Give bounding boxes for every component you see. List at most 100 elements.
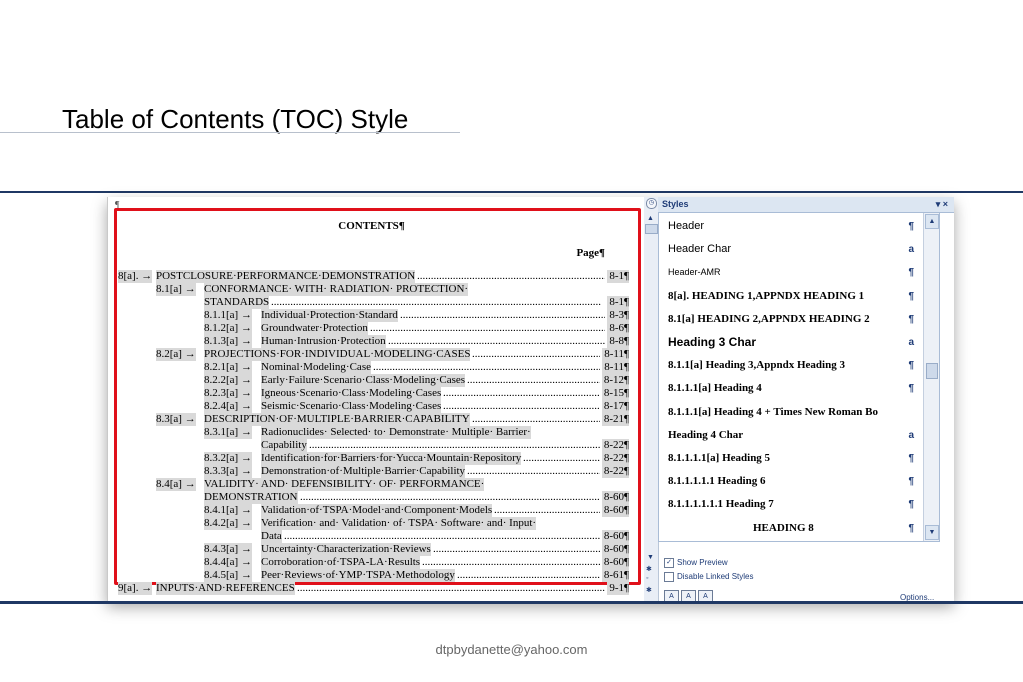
style-item[interactable]: 8.1[a] HEADING 2,APPNDX HEADING 2 ¶ [659, 308, 924, 331]
style-item-name: 8[a]. HEADING 1,APPNDX HEADING 1 [668, 289, 865, 302]
toc-entry-text: STANDARDS [204, 296, 270, 309]
toc-row[interactable]: 8.1[a] → CONFORMANCE· WITH· RADIATION· PR… [108, 283, 645, 296]
disable-linked-option[interactable]: Disable Linked Styles [664, 572, 753, 582]
toc-row[interactable]: 8.3.1[a] → Radionuclides· Selected· to· D… [108, 426, 645, 439]
styles-list-scrollbar[interactable]: ▲ ▼ [923, 213, 939, 541]
toc-dot-leader: ........................................… [422, 556, 600, 568]
toc-page-number: 8-60¶ [601, 530, 629, 543]
toc-entry-text: Igneous·Scenario·Class·Modeling·Cases [261, 387, 442, 400]
scroll-thumb[interactable] [645, 224, 658, 234]
toc-row[interactable]: 8.4.5[a] → Peer·Reviews·of·YMP·TSPA·Metho… [108, 569, 645, 582]
toc-entry-text: VALIDITY· AND· DEFENSIBILITY· OF· PERFOR… [204, 478, 485, 491]
toc-row[interactable]: 8.4.3[a] → Uncertainty·Characterization·R… [108, 543, 645, 556]
style-item[interactable]: 8.1.1.1[a] Heading 4 ¶ [659, 377, 924, 400]
style-item-name: HEADING 8 [753, 521, 814, 534]
style-item[interactable]: Heading 4 Char a [659, 424, 924, 447]
screenshot-frame: ¶ CONTENTS¶ Page¶ 8[a]. → POSTCLOSURE·PER… [107, 197, 954, 601]
paragraph-style-icon: ¶ [908, 221, 914, 232]
paragraph-style-icon: ¶ [908, 267, 914, 279]
toc-page-number: 8-17¶ [601, 400, 629, 413]
toc-row[interactable]: 8.1.3[a] → Human·Intrusion·Protection....… [108, 335, 645, 348]
style-item[interactable]: 8.1.1[a] Heading 3,Appndx Heading 3 ¶ [659, 354, 924, 377]
toc-row[interactable]: STANDARDS...............................… [108, 296, 645, 309]
style-item[interactable]: HEADING 8 ¶ [659, 517, 924, 540]
toc-page-number: 8-60¶ [601, 504, 629, 517]
toc-page-number: 8-1¶ [607, 296, 629, 309]
toc-row[interactable]: 8.2[a] → PROJECTIONS·FOR·INDIVIDUAL·MODEL… [108, 348, 645, 361]
new-style-icon[interactable]: A [664, 590, 679, 601]
toc-row[interactable]: 8.1.2[a] → Groundwater·Protection........… [108, 322, 645, 335]
style-item[interactable]: 8.1.1.1.1.1.1 Heading 7 ¶ [659, 493, 924, 516]
toc-number: 8.3.1[a] → [204, 426, 252, 439]
toc-page-number: 8-12¶ [601, 374, 629, 387]
style-inspector-icon[interactable]: A [681, 590, 696, 601]
list-scroll-thumb[interactable] [926, 363, 938, 379]
toc-entry-text: Individual·Protection·Standard [261, 309, 398, 322]
show-preview-checkbox[interactable]: ✓ [664, 558, 674, 568]
style-item-name: 8.1.1.1.1.1.1 Heading 7 [668, 498, 774, 511]
pane-controls[interactable]: ▾ × [936, 197, 948, 212]
toc-row[interactable]: 8[a]. → POSTCLOSURE·PERFORMANCE·DEMONSTRA… [108, 270, 645, 283]
toc-page-number: 8-60¶ [601, 491, 629, 504]
toc-row[interactable]: 8.2.3[a] → Igneous·Scenario·Class·Modelin… [108, 387, 645, 400]
prev-page-icon[interactable]: ✱ [646, 565, 652, 573]
list-scroll-up-icon[interactable]: ▲ [925, 214, 939, 229]
pane-pin-icon[interactable]: ◷ [646, 198, 657, 209]
toc-page-number: 8-21¶ [601, 413, 629, 426]
toc-row[interactable]: 8.2.1[a] → Nominal·Modeling·Case.........… [108, 361, 645, 374]
toc-row[interactable]: 8.2.2[a] → Early·Failure·Scenario·Class·M… [108, 374, 645, 387]
toc-entry-text: DESCRIPTION·OF·MULTIPLE·BARRIER·CAPABILI… [204, 413, 470, 426]
toc-row[interactable]: Capability..............................… [108, 439, 645, 452]
pane-left-scrollbar[interactable]: ◷ ▲ ▼ ✱ ◦ ✱ [644, 197, 659, 601]
show-preview-label: Show Preview [677, 558, 728, 568]
style-item[interactable]: Header-AMR ¶ [659, 261, 924, 284]
list-scroll-down-icon[interactable]: ▼ [925, 525, 939, 540]
paragraph-style-icon: ¶ [908, 383, 914, 395]
paragraph-style-icon: ¶ [908, 313, 914, 325]
style-item[interactable]: 8.1.1.1.1.1 Heading 6 ¶ [659, 470, 924, 493]
style-item[interactable]: 8[a]. HEADING 1,APPNDX HEADING 1 ¶ [659, 285, 924, 308]
style-item[interactable]: 8.1.1.1.1[a] Heading 5 ¶ [659, 447, 924, 470]
disable-linked-checkbox[interactable] [664, 572, 674, 582]
toc-number: 9[a]. → [118, 582, 153, 595]
style-item[interactable]: Header ¶ [659, 215, 924, 238]
toc-row[interactable]: 8.3[a] → DESCRIPTION·OF·MULTIPLE·BARRIER·… [108, 413, 645, 426]
show-preview-option[interactable]: ✓ Show Preview [664, 558, 728, 568]
toc-dot-leader: ........................................… [400, 309, 605, 321]
paragraph-style-icon: ¶ [908, 522, 914, 534]
scroll-down-icon[interactable]: ▼ [646, 554, 655, 563]
paragraph-style-icon: ¶ [908, 499, 914, 511]
style-item[interactable]: Header Char a [659, 238, 924, 261]
toc-page-number: 8-61¶ [601, 569, 629, 582]
toc-row[interactable]: 8.1.1[a] → Individual·Protection·Standard… [108, 309, 645, 322]
toc-row[interactable]: DEMONSTRATION...........................… [108, 491, 645, 504]
toc-row[interactable]: 8.3.3[a] → Demonstration·of·Multiple·Barr… [108, 465, 645, 478]
select-browse-icon[interactable]: ◦ [646, 575, 648, 582]
manage-styles-icon[interactable]: A [698, 590, 713, 601]
style-item[interactable]: 8.1.1.1[a] Heading 4 + Times New Roman B… [659, 401, 924, 424]
toc-row[interactable]: 8.4[a] → VALIDITY· AND· DEFENSIBILITY· OF… [108, 478, 645, 491]
options-link[interactable]: Options... [900, 593, 934, 601]
slide-title: Table of Contents (TOC) Style [62, 104, 409, 134]
style-item[interactable]: Heading 3 Char a [659, 331, 924, 354]
toc-row[interactable]: 8.2.4[a] → Seismic·Scenario·Class·Modelin… [108, 400, 645, 413]
toc-dot-leader: ........................................… [300, 491, 600, 503]
toc-page-number: 8-11¶ [602, 348, 629, 361]
toc-row[interactable]: 8.4.2[a] → Verification· and· Validation·… [108, 517, 645, 530]
toc-page-number: 8-8¶ [607, 335, 629, 348]
disable-linked-label: Disable Linked Styles [677, 572, 754, 582]
next-page-icon[interactable]: ✱ [646, 586, 652, 594]
toc-page-number: 8-22¶ [601, 465, 629, 478]
toc-dot-leader: ........................................… [417, 270, 605, 282]
toc-row[interactable]: 8.4.4[a] → Corroboration·of·TSPA-LA·Resul… [108, 556, 645, 569]
toc-entry-text: Demonstration·of·Multiple·Barrier·Capabi… [261, 465, 466, 478]
toc-row[interactable]: 8.3.2[a] → Identification·for·Barriers·fo… [108, 452, 645, 465]
toc-number: 8.3.2[a] → [204, 452, 252, 465]
toc-row[interactable]: 9[a]. → INPUTS·AND·REFERENCES............… [108, 582, 645, 595]
toc-dot-leader: ........................................… [271, 296, 601, 308]
scroll-up-icon[interactable]: ▲ [646, 215, 655, 224]
paragraph-style-icon: ¶ [908, 290, 914, 302]
toc-page-number: 8-6¶ [607, 322, 629, 335]
toc-row[interactable]: Data....................................… [108, 530, 645, 543]
toc-row[interactable]: 8.4.1[a] → Validation·of·TSPA·Model·and·C… [108, 504, 645, 517]
